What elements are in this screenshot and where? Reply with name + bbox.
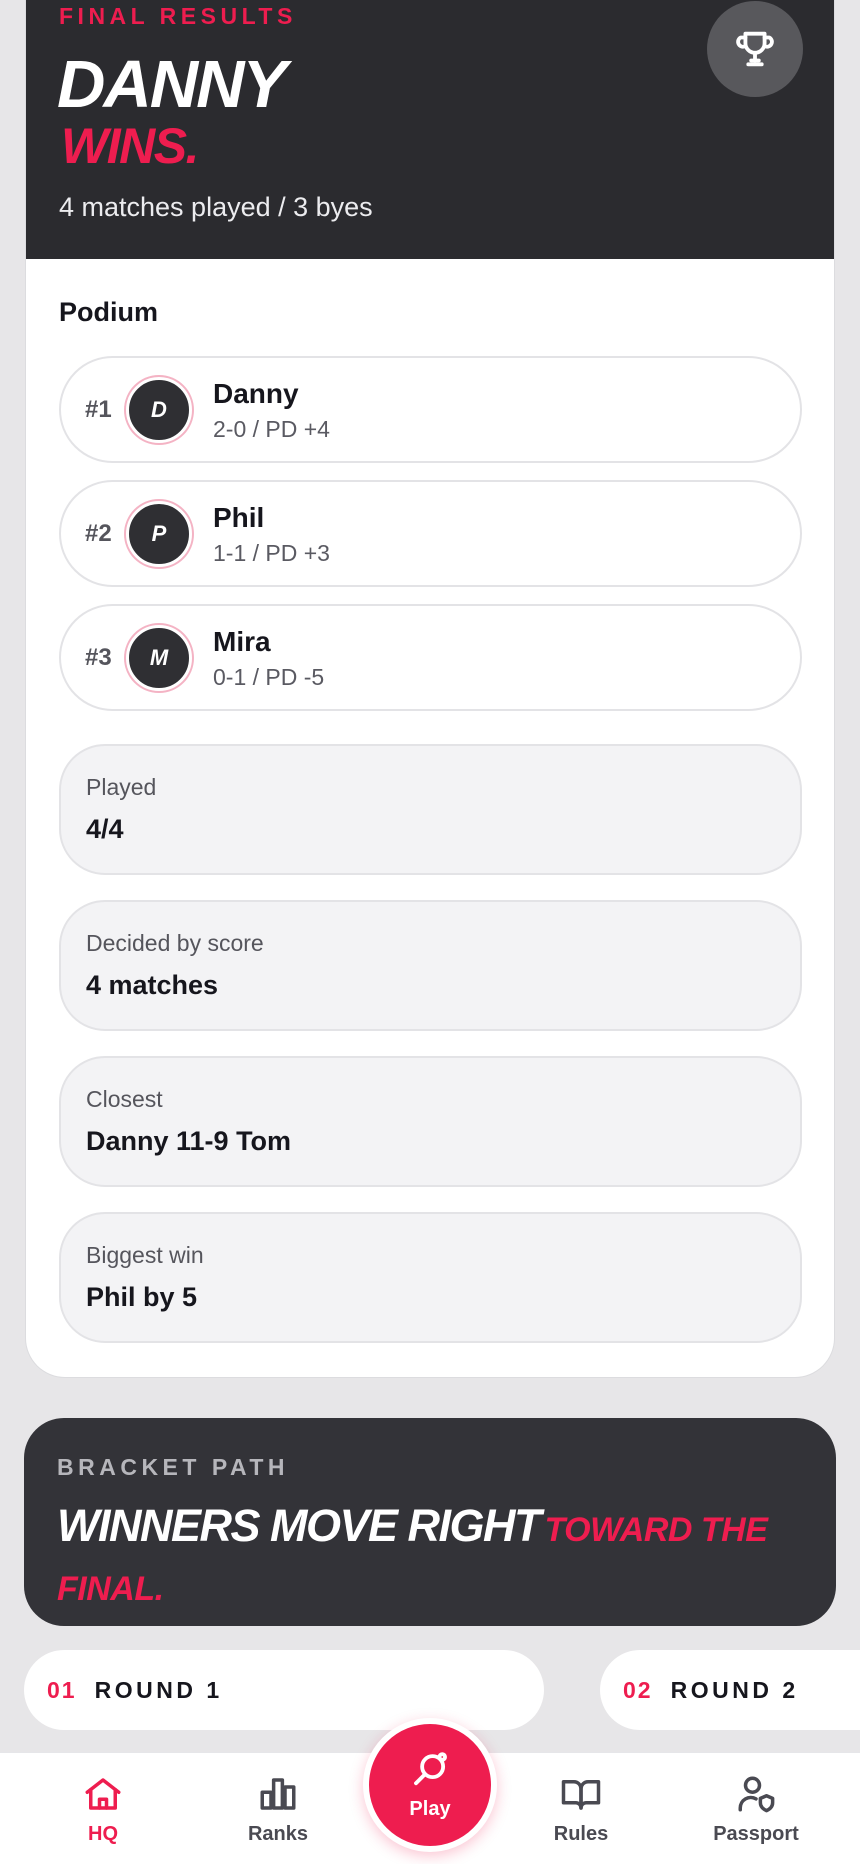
bar-chart-icon (260, 1778, 296, 1810)
nav-item-rules[interactable]: Rules (506, 1753, 656, 1864)
hero-kicker: FINAL RESULTS (59, 3, 297, 29)
player-name: Phil (213, 502, 265, 533)
podium-rank: #2 (85, 519, 112, 547)
winner-name: DANNY (57, 47, 287, 122)
player-record: 0-1 / PD -5 (213, 664, 325, 690)
avatar: P (126, 501, 192, 567)
ping-pong-paddle-icon (414, 1752, 447, 1786)
nav-label: Passport (713, 1823, 799, 1845)
round-number: 01 (47, 1676, 77, 1703)
play-button[interactable]: Play (363, 1718, 497, 1852)
stat-closest: Closest Danny 11-9 Tom (59, 1056, 802, 1187)
nav-item-passport[interactable]: Passport (681, 1753, 831, 1864)
podium-row-3[interactable]: #3 M Mira 0-1 / PD -5 (59, 604, 802, 711)
bracket-title-main: WINNERS MOVE RIGHT (57, 1500, 542, 1551)
play-label: Play (409, 1798, 451, 1820)
stat-biggest-win: Biggest win Phil by 5 (59, 1212, 802, 1343)
nav-label: Ranks (247, 1823, 309, 1845)
user-shield-icon (738, 1776, 775, 1813)
book-icon (561, 1780, 601, 1810)
avatar: M (126, 625, 192, 691)
nav-item-ranks[interactable]: Ranks (203, 1753, 353, 1864)
trophy-button[interactable] (707, 1, 803, 97)
trophy-icon (736, 31, 774, 67)
home-icon (85, 1778, 121, 1810)
stat-label: Decided by score (86, 930, 264, 956)
nav-label: Rules (553, 1823, 609, 1845)
round-label: ROUND 2 (670, 1676, 799, 1703)
podium-title: Podium (59, 297, 158, 327)
bracket-title: WINNERS MOVE RIGHT TOWARD THE FINAL. (57, 1500, 827, 1622)
podium-rank: #3 (85, 643, 112, 671)
round-label: ROUND 1 (94, 1676, 223, 1703)
podium-row-2[interactable]: #2 P Phil 1-1 / PD +3 (59, 480, 802, 587)
results-card: FINAL RESULTS DANNY WINS. 4 matches play… (25, 0, 835, 1378)
stat-value: 4 matches (86, 970, 219, 1000)
player-record: 1-1 / PD +3 (213, 540, 330, 566)
bracket-kicker: BRACKET PATH (57, 1454, 290, 1480)
podium-rank: #1 (85, 395, 112, 423)
stat-value: Danny 11-9 Tom (86, 1126, 292, 1156)
stat-played: Played 4/4 (59, 744, 802, 875)
bracket-path-banner: BRACKET PATH WINNERS MOVE RIGHT TOWARD T… (24, 1418, 836, 1626)
results-hero: FINAL RESULTS DANNY WINS. 4 matches play… (26, 0, 834, 259)
stat-value: 4/4 (86, 814, 124, 844)
stat-label: Biggest win (86, 1242, 204, 1268)
winner-accent: WINS. (61, 118, 199, 174)
round-tab-2[interactable]: 02 ROUND 2 (600, 1650, 860, 1730)
nav-item-hq[interactable]: HQ (28, 1753, 178, 1864)
stat-value: Phil by 5 (86, 1282, 198, 1312)
stat-decided-by-score: Decided by score 4 matches (59, 900, 802, 1031)
round-tab-1[interactable]: 01 ROUND 1 (24, 1650, 544, 1730)
stat-label: Played (86, 774, 157, 800)
player-name: Mira (213, 626, 271, 657)
player-record: 2-0 / PD +4 (213, 416, 330, 442)
avatar: D (126, 377, 192, 443)
stat-label: Closest (86, 1086, 163, 1112)
hero-subtitle: 4 matches played / 3 byes (59, 192, 373, 222)
podium-row-1[interactable]: #1 D Danny 2-0 / PD +4 (59, 356, 802, 463)
nav-label: HQ (88, 1823, 118, 1845)
player-name: Danny (213, 378, 299, 409)
round-number: 02 (623, 1676, 653, 1703)
